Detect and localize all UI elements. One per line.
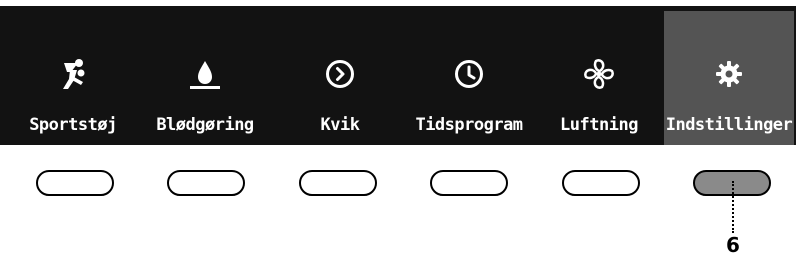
- luftning-touch-button[interactable]: [562, 170, 640, 196]
- fan-icon: [582, 57, 616, 91]
- menu-item-label: Blødgøring: [156, 115, 254, 135]
- menu-item-indstillinger[interactable]: Indstillinger: [664, 11, 794, 145]
- menu-item-label: Luftning: [560, 115, 638, 135]
- sportstoej-touch-button[interactable]: [36, 170, 114, 196]
- menu-item-tidsprogram[interactable]: Tidsprogram: [404, 6, 534, 145]
- menu-item-sportstoej[interactable]: Sportstøj: [10, 6, 136, 145]
- menu-item-bloedgoering[interactable]: Blødgøring: [140, 6, 270, 145]
- gear-icon: [712, 57, 746, 91]
- control-panel-display: Sportstøj Blødgøring Kvik Tidsprogram Lu…: [0, 6, 796, 145]
- bloedgoering-touch-button[interactable]: [167, 170, 245, 196]
- menu-item-label: Indstillinger: [665, 115, 793, 135]
- running-person-icon: [56, 57, 90, 91]
- water-drop-icon: [188, 57, 222, 91]
- menu-item-luftning[interactable]: Luftning: [544, 6, 654, 145]
- tidsprogram-touch-button[interactable]: [430, 170, 508, 196]
- callout-leader-line: [732, 181, 734, 233]
- menu-item-label: Sportstøj: [29, 115, 117, 135]
- kvik-touch-button[interactable]: [299, 170, 377, 196]
- menu-item-kvik[interactable]: Kvik: [280, 6, 400, 145]
- clock-icon: [452, 57, 486, 91]
- callout-number: 6: [726, 233, 740, 257]
- menu-item-label: Kvik: [320, 115, 360, 135]
- quick-play-icon: [323, 57, 357, 91]
- menu-item-label: Tidsprogram: [415, 115, 523, 135]
